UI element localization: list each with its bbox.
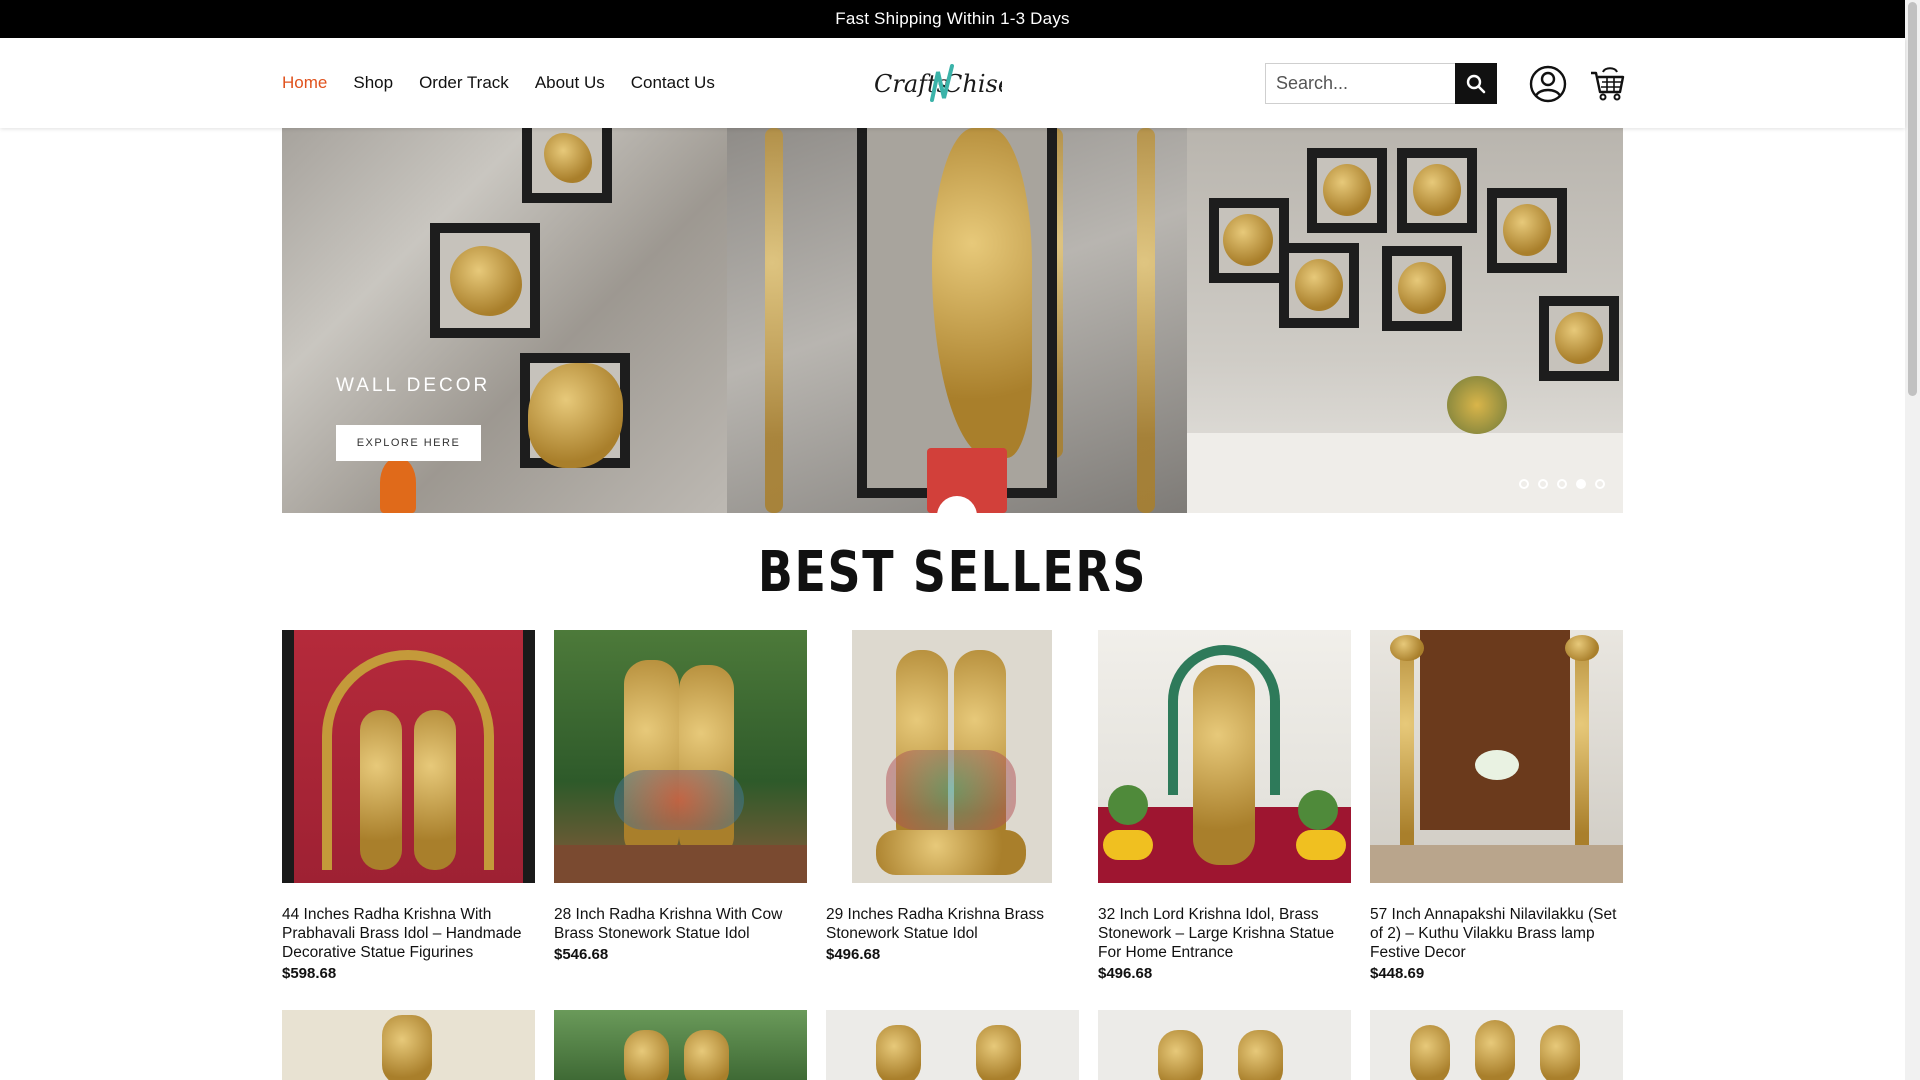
main-nav: Home Shop Order Track About Us Contact U…	[282, 38, 715, 128]
product-name[interactable]: 32 Inch Lord Krishna Idol, Brass Stonewo…	[1098, 905, 1351, 962]
product-name[interactable]: 44 Inches Radha Krishna With Prabhavali …	[282, 905, 535, 962]
product-card[interactable]: 32 Inch Lord Krishna Idol, Brass Stonewo…	[1098, 630, 1351, 982]
best-sellers-title: BEST SELLERS	[757, 540, 1148, 605]
product-image[interactable]	[826, 1010, 1079, 1080]
search-button[interactable]	[1455, 63, 1497, 104]
site-logo[interactable]: Crafts Chisel	[872, 60, 1002, 108]
product-image[interactable]	[554, 1010, 807, 1080]
product-image[interactable]	[1098, 630, 1351, 883]
product-name[interactable]: 57 Inch Annapakshi Nilavilakku (Set of 2…	[1370, 905, 1623, 962]
product-image[interactable]	[1098, 1010, 1351, 1080]
product-price: $496.68	[1098, 965, 1153, 982]
slider-dot-1[interactable]	[1519, 479, 1529, 489]
product-image[interactable]	[1370, 1010, 1623, 1080]
hero-title: WALL DECOR	[336, 375, 491, 396]
scrollbar-thumb[interactable]	[1908, 2, 1917, 396]
site-header: Home Shop Order Track About Us Contact U…	[0, 38, 1905, 128]
product-grid-row-2	[282, 1010, 1623, 1080]
product-name[interactable]: 29 Inches Radha Krishna Brass Stonework …	[826, 905, 1079, 943]
product-card[interactable]: 29 Inches Radha Krishna Brass Stonework …	[826, 630, 1079, 982]
search-bar	[1265, 63, 1497, 104]
product-price: $546.68	[554, 946, 609, 963]
nav-item-contact-us[interactable]: Contact Us	[631, 73, 715, 93]
shopping-cart-icon[interactable]	[1589, 64, 1625, 102]
slider-dot-5[interactable]	[1595, 479, 1605, 489]
product-image[interactable]	[282, 630, 535, 883]
product-price: $496.68	[826, 946, 881, 963]
announcement-bar: Fast Shipping Within 1-3 Days	[0, 0, 1905, 38]
product-image[interactable]	[282, 1010, 535, 1080]
product-card[interactable]: 28 Inch Radha Krishna With Cow Brass Sto…	[554, 630, 807, 982]
product-price: $448.69	[1370, 965, 1425, 982]
product-card[interactable]: 57 Inch Annapakshi Nilavilakku (Set of 2…	[1370, 630, 1623, 982]
hero-image-ganesha	[727, 128, 1187, 513]
announcement-text: Fast Shipping Within 1-3 Days	[835, 9, 1070, 28]
user-circle-icon[interactable]	[1529, 65, 1567, 103]
product-image[interactable]	[554, 630, 807, 883]
product-name[interactable]: 28 Inch Radha Krishna With Cow Brass Sto…	[554, 905, 807, 943]
nav-item-about-us[interactable]: About Us	[535, 73, 605, 93]
product-card[interactable]: 44 Inches Radha Krishna With Prabhavali …	[282, 630, 535, 982]
page-scrollbar[interactable]	[1905, 0, 1920, 1080]
nav-item-shop[interactable]: Shop	[353, 73, 393, 93]
nav-item-order-track[interactable]: Order Track	[419, 73, 509, 93]
slider-dot-4[interactable]	[1576, 479, 1586, 489]
product-image[interactable]	[1370, 630, 1623, 883]
product-grid: 44 Inches Radha Krishna With Prabhavali …	[282, 630, 1623, 982]
hero-slider[interactable]: WALL DECOR EXPLORE HERE	[282, 128, 1623, 513]
slider-dot-2[interactable]	[1538, 479, 1548, 489]
product-price: $598.68	[282, 965, 337, 982]
search-icon	[1466, 74, 1486, 93]
hero-image-leaves	[1187, 128, 1623, 513]
explore-button[interactable]: EXPLORE HERE	[336, 425, 481, 461]
slider-dot-3[interactable]	[1557, 479, 1567, 489]
nav-item-home[interactable]: Home	[282, 73, 327, 93]
search-input[interactable]	[1265, 63, 1455, 104]
slider-dots	[1519, 479, 1605, 489]
product-image[interactable]	[826, 630, 1079, 883]
svg-text:Chisel: Chisel	[944, 70, 1002, 98]
